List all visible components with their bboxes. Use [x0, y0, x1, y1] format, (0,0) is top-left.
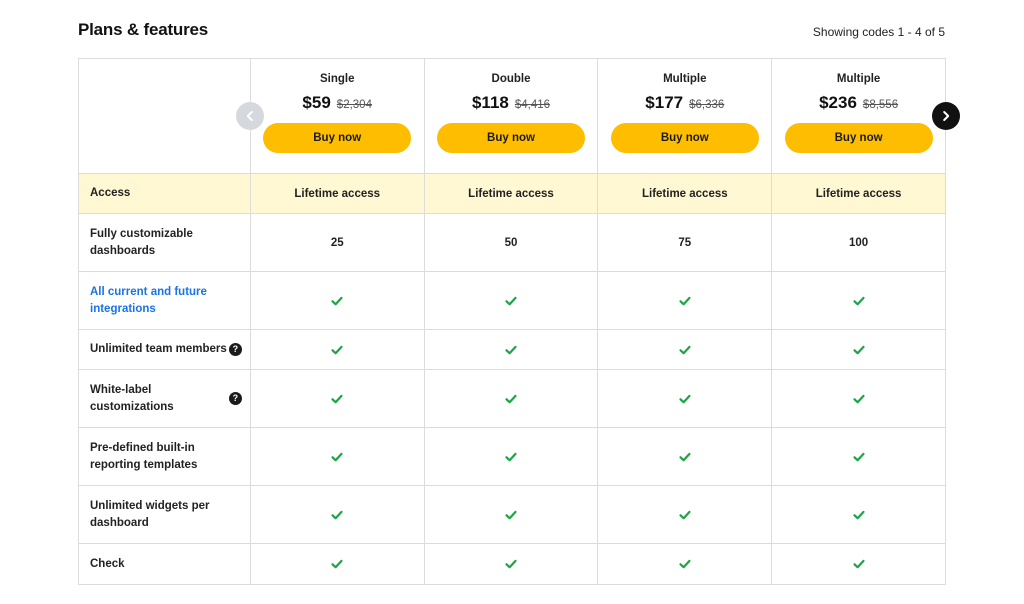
header-empty-cell	[79, 59, 251, 174]
check-icon	[598, 330, 773, 370]
check-icon	[250, 370, 425, 428]
plan-column-3: Multiple $177 $6,336 Buy now	[598, 59, 773, 174]
check-icon	[598, 272, 773, 330]
feature-label: Unlimited team members	[90, 343, 227, 355]
plan-original-price: $6,336	[689, 99, 725, 111]
check-icon	[250, 330, 425, 370]
plan-name: Single	[319, 73, 355, 85]
feature-row-integrations: All current and future integrations	[79, 272, 946, 330]
check-icon	[772, 272, 946, 330]
plans-comparison-table: Single $59 $2,304 Buy now Double $118 $4…	[78, 58, 946, 585]
plan-price: $177	[645, 93, 684, 112]
feature-label-cell: Unlimited team members ?	[79, 330, 251, 370]
check-icon	[424, 370, 599, 428]
page-title: Plans & features	[78, 20, 209, 39]
check-icon	[772, 370, 946, 428]
dashboards-value: 25	[250, 214, 425, 272]
plan-original-price: $4,416	[514, 99, 551, 111]
plan-original-price: $8,556	[862, 99, 899, 111]
dashboards-value: 100	[772, 214, 946, 272]
check-icon	[424, 428, 599, 486]
check-icon	[250, 272, 425, 330]
feature-row-dashboards: Fully customizable dashboards 25 50 75 1…	[79, 214, 946, 272]
chevron-left-icon	[246, 111, 253, 121]
check-icon	[772, 544, 946, 585]
plan-price: $59	[302, 93, 331, 112]
plan-column-4: Multiple $236 $8,556 Buy now	[772, 59, 946, 174]
buy-now-button[interactable]: Buy now	[784, 123, 933, 153]
feature-label: Access	[79, 174, 251, 214]
feature-label: Check	[79, 544, 251, 585]
access-value: Lifetime access	[772, 174, 946, 214]
access-value: Lifetime access	[598, 174, 773, 214]
check-icon	[424, 544, 599, 585]
buy-now-button[interactable]: Buy now	[263, 123, 412, 153]
plan-price: $118	[471, 93, 509, 112]
pagination-status: Showing codes 1 - 4 of 5	[812, 25, 945, 39]
next-plans-button[interactable]	[932, 102, 960, 130]
check-icon	[250, 428, 425, 486]
plans-header-row: Single $59 $2,304 Buy now Double $118 $4…	[79, 59, 946, 174]
question-icon[interactable]: ?	[228, 343, 242, 356]
chevron-right-icon	[943, 111, 950, 121]
check-icon	[250, 486, 425, 544]
check-icon	[424, 486, 599, 544]
feature-row-access: Access Lifetime access Lifetime access L…	[79, 174, 946, 214]
plan-original-price: $2,304	[336, 99, 372, 111]
feature-row-widgets: Unlimited widgets per dashboard	[79, 486, 946, 544]
plan-price: $236	[819, 93, 857, 112]
access-value: Lifetime access	[424, 174, 599, 214]
feature-label-cell: White-label customizations ?	[79, 370, 251, 428]
buy-now-button[interactable]: Buy now	[437, 123, 585, 153]
plan-name: Multiple	[663, 73, 707, 85]
check-icon	[250, 544, 425, 585]
access-value: Lifetime access	[250, 174, 425, 214]
buy-now-button[interactable]: Buy now	[610, 123, 759, 153]
check-icon	[772, 486, 946, 544]
feature-row-team: Unlimited team members ?	[79, 330, 946, 370]
check-icon	[424, 272, 599, 330]
check-icon	[598, 544, 773, 585]
feature-label: Pre-defined built-in reporting templates	[79, 428, 251, 486]
dashboards-value: 75	[598, 214, 773, 272]
question-icon[interactable]: ?	[228, 392, 242, 405]
plan-column-1: Single $59 $2,304 Buy now	[250, 59, 425, 174]
check-icon	[772, 330, 946, 370]
plan-name: Double	[491, 73, 531, 85]
dashboards-value: 50	[424, 214, 599, 272]
check-icon	[598, 486, 773, 544]
feature-label: Fully customizable dashboards	[79, 214, 251, 272]
feature-label: White-label customizations	[90, 383, 174, 413]
plan-column-2: Double $118 $4,416 Buy now	[424, 59, 599, 174]
check-icon	[598, 370, 773, 428]
integrations-link[interactable]: All current and future integrations	[79, 272, 251, 330]
feature-label: Unlimited widgets per dashboard	[79, 486, 251, 544]
check-icon	[598, 428, 773, 486]
feature-row-whitelabel: White-label customizations ?	[79, 370, 946, 428]
feature-row-templates: Pre-defined built-in reporting templates	[79, 428, 946, 486]
previous-plans-button[interactable]	[236, 102, 264, 130]
check-icon	[424, 330, 599, 370]
plan-name: Multiple	[836, 73, 881, 85]
feature-row-check: Check	[79, 544, 946, 585]
check-icon	[772, 428, 946, 486]
